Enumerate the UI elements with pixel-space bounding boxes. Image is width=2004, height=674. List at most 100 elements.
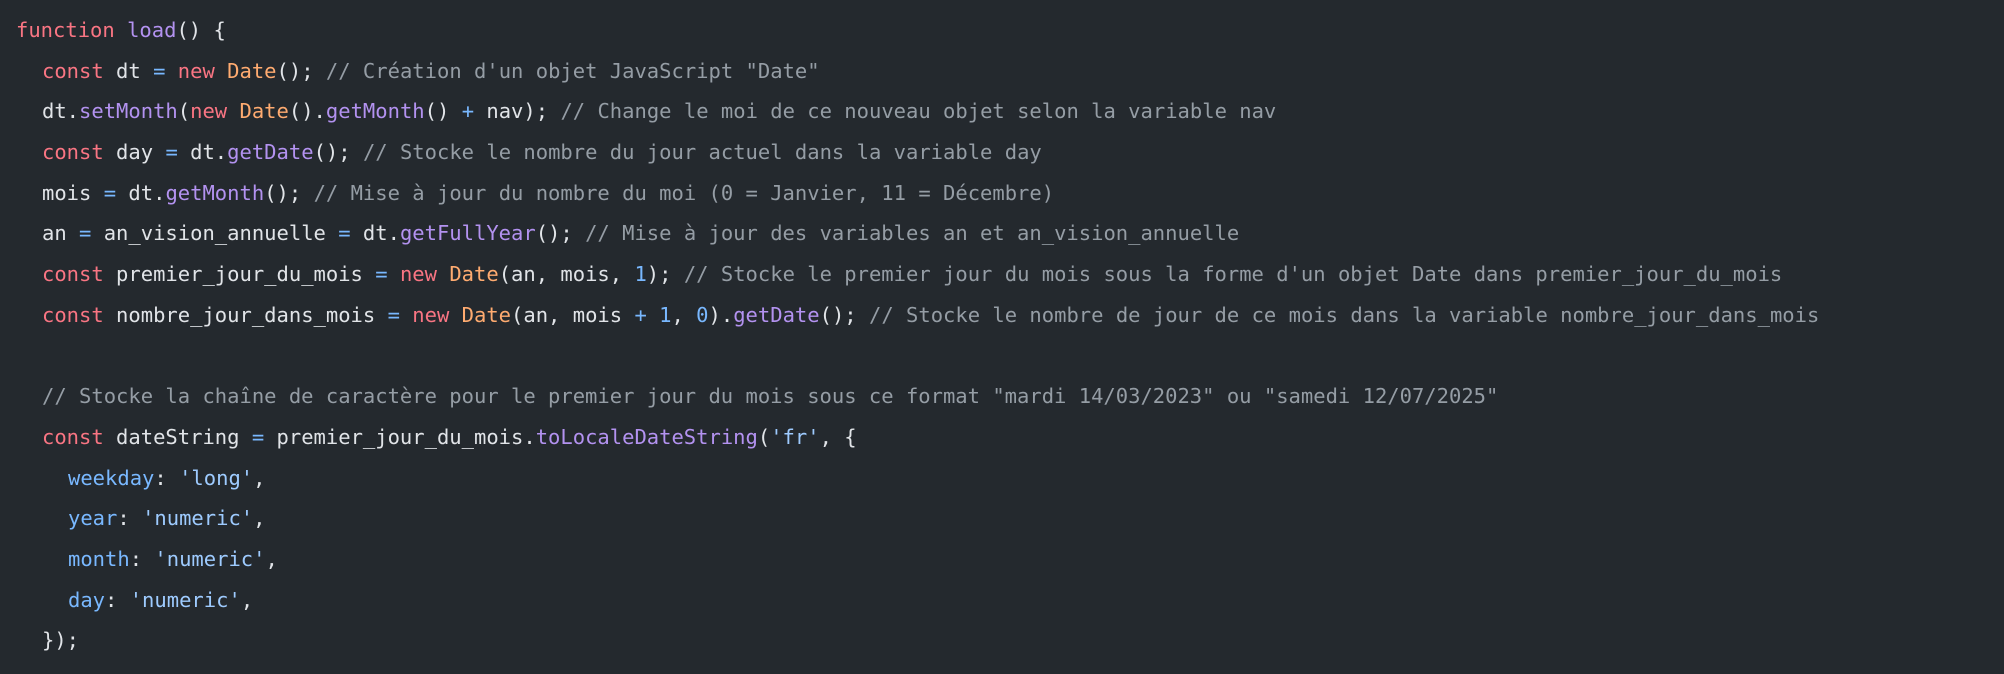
code-token: getDate bbox=[733, 302, 820, 327]
code-token: month bbox=[68, 546, 130, 571]
code-token: nav); bbox=[474, 99, 561, 124]
code-token: dt bbox=[103, 58, 154, 83]
code-token: = bbox=[153, 58, 166, 83]
code-line: year: 'numeric', bbox=[16, 498, 2004, 539]
code-line: const dt = new Date(); // Création d'un … bbox=[16, 51, 2004, 92]
code-token: an bbox=[42, 221, 80, 246]
code-token: ). bbox=[708, 302, 734, 327]
code-token: an_vision_annuelle bbox=[91, 221, 339, 246]
code-token: load bbox=[127, 18, 177, 42]
code-token: const bbox=[42, 58, 104, 83]
code-token: getMonth bbox=[325, 99, 425, 124]
code-token: () bbox=[424, 99, 462, 124]
code-token: 'numeric' bbox=[129, 587, 241, 612]
code-token: = bbox=[338, 221, 351, 246]
code-token: premier_jour_du_mois bbox=[103, 262, 376, 287]
code-token: function bbox=[16, 18, 115, 42]
code-token: 'numeric' bbox=[154, 546, 266, 571]
code-line: }); bbox=[16, 620, 2004, 661]
code-token: // Stocke le nombre du jour actuel dans … bbox=[362, 140, 1042, 165]
code-token: : bbox=[129, 546, 155, 571]
code-token: dt. bbox=[42, 99, 80, 124]
code-token: nombre_jour_dans_mois bbox=[103, 302, 388, 327]
code-token: , bbox=[671, 302, 697, 327]
code-token: 0 bbox=[696, 302, 709, 327]
code-line: month: 'numeric', bbox=[16, 539, 2004, 580]
code-token: getDate bbox=[227, 140, 314, 165]
code-token: // Mise à jour des variables an et an_vi… bbox=[585, 221, 1240, 246]
code-line: const dateString = premier_jour_du_mois.… bbox=[16, 417, 2004, 458]
code-token: : bbox=[154, 465, 180, 490]
code-token: = bbox=[375, 262, 388, 287]
code-token: (); bbox=[276, 58, 326, 83]
code-token: (); bbox=[535, 221, 586, 246]
code-token: (an, mois, bbox=[498, 262, 635, 287]
code-token: Date bbox=[239, 99, 289, 124]
code-token: , bbox=[240, 587, 254, 612]
code-token: year bbox=[68, 506, 118, 531]
code-token: toLocaleDateString bbox=[535, 424, 758, 449]
code-line: day: 'numeric', bbox=[16, 580, 2004, 621]
code-token: , bbox=[253, 465, 266, 490]
code-token: : bbox=[117, 506, 143, 531]
code-token: = bbox=[103, 180, 117, 205]
code-token: // Mise à jour du nombre du moi (0 = Jan… bbox=[313, 180, 1055, 205]
code-token: day bbox=[103, 140, 166, 165]
code-token: new bbox=[190, 99, 228, 124]
code-token: Date bbox=[227, 58, 277, 83]
code-token: , bbox=[253, 506, 266, 531]
code-token: // Stocke le premier jour du mois sous l… bbox=[683, 262, 1783, 287]
code-token: ); bbox=[646, 262, 684, 287]
code-token: new bbox=[177, 58, 215, 83]
code-token: (an, mois bbox=[511, 302, 635, 327]
code-line: // Stocke la chaîne de caractère pour le… bbox=[16, 376, 2004, 417]
code-block: function load() {const dt = new Date(); … bbox=[0, 0, 2004, 674]
code-token: new bbox=[399, 262, 437, 287]
code-token: // Stocke le nombre de jour de ce mois d… bbox=[868, 302, 1820, 327]
code-token: dateString bbox=[103, 424, 252, 449]
code-token: (); bbox=[819, 302, 869, 327]
code-token: dt. bbox=[177, 140, 228, 165]
code-line: const nombre_jour_dans_mois = new Date(a… bbox=[16, 295, 2004, 336]
code-token: mois bbox=[42, 180, 104, 205]
code-token: (); bbox=[313, 140, 363, 165]
code-token: 1 bbox=[659, 302, 672, 327]
code-line: const premier_jour_du_mois = new Date(an… bbox=[16, 254, 2004, 295]
code-line: function load() { bbox=[16, 10, 2004, 51]
code-line: const day = dt.getDate(); // Stocke le n… bbox=[16, 132, 2004, 173]
code-line: dt.setMonth(new Date().getMonth() + nav)… bbox=[16, 91, 2004, 132]
code-token: const bbox=[42, 140, 104, 165]
code-token: // Change le moi de ce nouveau objet sel… bbox=[560, 99, 1277, 124]
code-line: weekday: 'long', bbox=[16, 458, 2004, 499]
code-line: an = an_vision_annuelle = dt.getFullYear… bbox=[16, 213, 2004, 254]
code-token: const bbox=[42, 262, 104, 287]
code-token: + bbox=[634, 302, 647, 327]
code-token: const bbox=[42, 302, 104, 327]
code-token: () { bbox=[176, 18, 226, 42]
code-token: ( bbox=[177, 99, 191, 124]
code-token: dt. bbox=[116, 180, 166, 205]
code-token: = bbox=[387, 302, 400, 327]
code-token: Date bbox=[461, 302, 512, 327]
code-token: = bbox=[165, 140, 178, 165]
code-token: setMonth bbox=[79, 99, 178, 124]
code-token: (); bbox=[264, 180, 314, 205]
code-token: }); bbox=[42, 628, 80, 653]
code-token: // Stocke la chaîne de caractère pour le… bbox=[42, 384, 1499, 409]
code-token: day bbox=[68, 587, 106, 612]
code-token: Date bbox=[449, 262, 499, 287]
code-token: 'numeric' bbox=[142, 506, 254, 531]
code-token: const bbox=[42, 424, 104, 449]
code-token: = bbox=[79, 221, 92, 246]
code-token: : bbox=[105, 587, 130, 612]
code-token: dt. bbox=[350, 221, 400, 246]
code-token: , bbox=[265, 546, 278, 571]
